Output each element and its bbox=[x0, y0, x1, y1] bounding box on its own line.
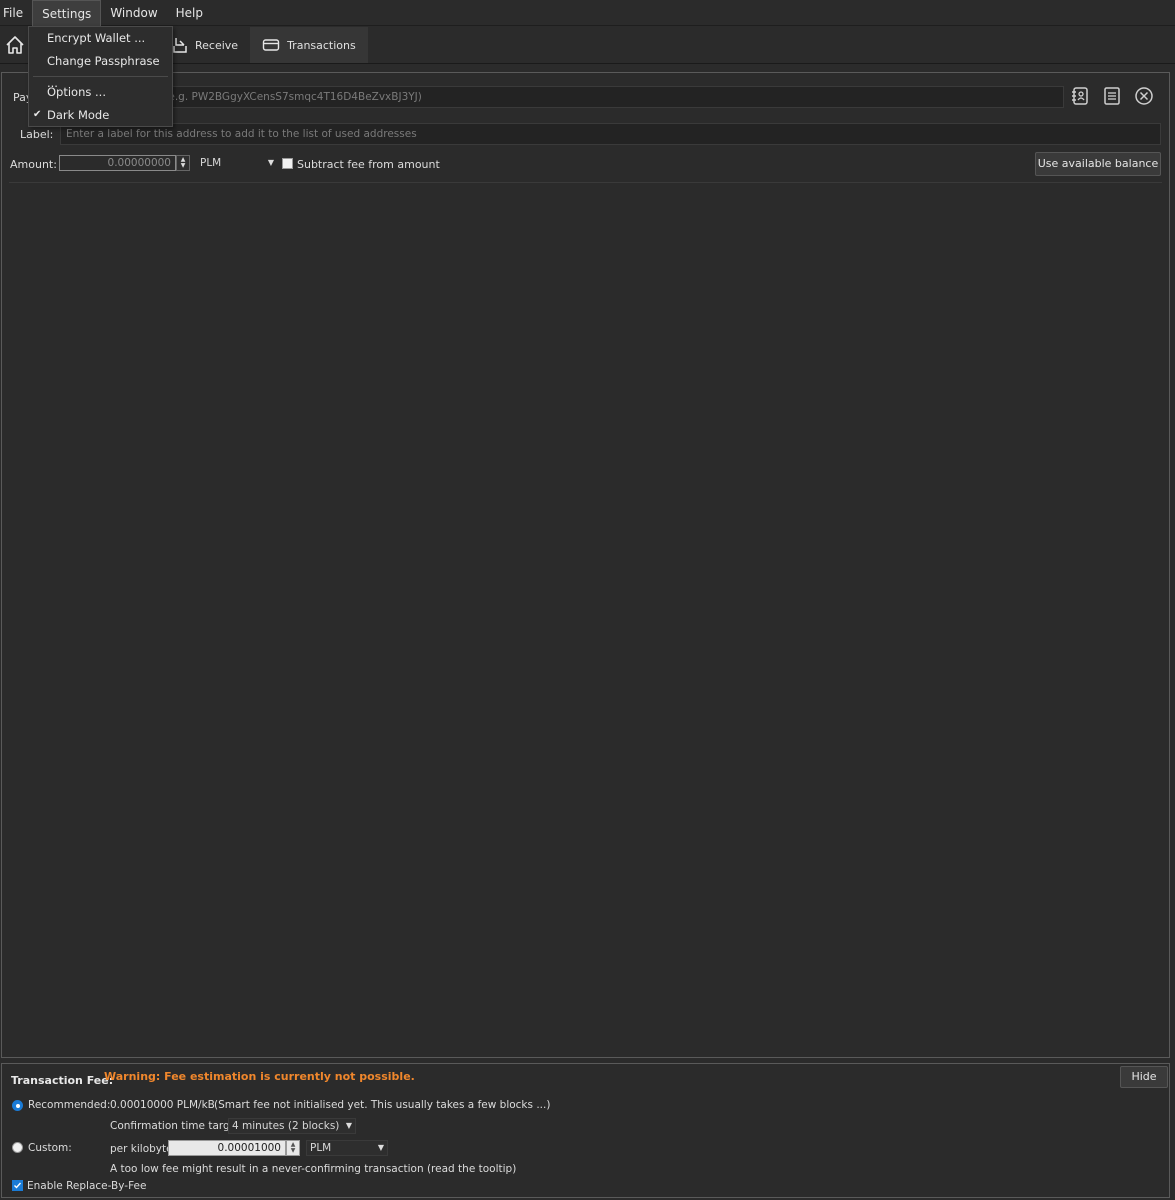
low-fee-warning: A too low fee might result in a never-co… bbox=[110, 1163, 517, 1175]
menu-bar: File Settings Window Help bbox=[0, 0, 1175, 26]
menu-item-options[interactable]: Options ... bbox=[29, 81, 172, 103]
tab-receive[interactable]: Receive bbox=[160, 27, 250, 63]
address-book-icon bbox=[1070, 86, 1090, 109]
custom-fee-stepper[interactable]: ▲ ▼ bbox=[286, 1140, 300, 1156]
menu-item-dark-mode[interactable]: ✔ Dark Mode bbox=[29, 104, 172, 126]
send-entry-panel: Pay ss (e.g. PW2BGgyXCensS7smqc4T16D4BeZ… bbox=[1, 72, 1170, 1058]
menu-item-label: Dark Mode bbox=[47, 108, 110, 122]
menu-settings[interactable]: Settings bbox=[32, 0, 102, 26]
chevron-down-icon: ▼ bbox=[290, 1147, 296, 1154]
unit-select-value: PLM bbox=[200, 157, 222, 169]
fee-warning: Warning: Fee estimation is currently not… bbox=[104, 1070, 415, 1083]
pay-to-input[interactable]: ss (e.g. PW2BGgyXCensS7smqc4T16D4BeZvxBJ… bbox=[144, 86, 1064, 108]
custom-fee-radio[interactable] bbox=[12, 1142, 23, 1153]
label-field-label: Label: bbox=[20, 128, 54, 141]
menu-item-encrypt-wallet[interactable]: Encrypt Wallet ... bbox=[29, 27, 172, 49]
receive-icon bbox=[172, 36, 188, 54]
menu-help[interactable]: Help bbox=[167, 0, 212, 26]
label-input[interactable]: Enter a label for this address to add it… bbox=[60, 123, 1161, 145]
custom-label: Custom: bbox=[28, 1142, 72, 1154]
menu-window[interactable]: Window bbox=[101, 0, 166, 26]
custom-fee-input[interactable]: 0.00001000 bbox=[168, 1140, 286, 1156]
chevron-down-icon: ▼ bbox=[267, 158, 274, 167]
paste-button[interactable] bbox=[1101, 86, 1123, 108]
subtract-fee-label: Subtract fee from amount bbox=[297, 158, 440, 171]
tab-transactions-label: Transactions bbox=[287, 38, 356, 52]
rbf-label: Enable Replace-By-Fee bbox=[27, 1180, 147, 1192]
home-icon bbox=[4, 34, 26, 56]
unit-select[interactable]: PLM ▼ bbox=[196, 155, 278, 171]
chevron-down-icon: ▼ bbox=[345, 1121, 352, 1130]
label-placeholder: Enter a label for this address to add it… bbox=[66, 128, 417, 140]
recommended-label: Recommended: bbox=[28, 1099, 111, 1111]
entry-separator bbox=[9, 182, 1162, 183]
confirmation-target-value: 4 minutes (2 blocks) bbox=[232, 1120, 340, 1132]
menu-separator bbox=[33, 76, 168, 77]
clear-button[interactable] bbox=[1133, 86, 1155, 108]
hide-fee-button[interactable]: Hide bbox=[1120, 1066, 1168, 1088]
toolbar: Receive Transactions bbox=[0, 27, 1175, 64]
tab-overview[interactable] bbox=[0, 27, 30, 63]
tab-transactions[interactable]: Transactions bbox=[250, 27, 368, 63]
custom-fee-unit-select[interactable]: PLM ▼ bbox=[306, 1140, 388, 1156]
recommended-fee-radio[interactable] bbox=[12, 1100, 23, 1111]
settings-dropdown: Encrypt Wallet ... Change Passphrase ...… bbox=[28, 26, 173, 127]
use-available-balance-button[interactable]: Use available balance bbox=[1035, 152, 1161, 176]
menu-item-label: Encrypt Wallet ... bbox=[47, 31, 146, 45]
per-kilobyte-label: per kilobyte bbox=[110, 1143, 173, 1155]
checkmark-icon bbox=[14, 1182, 22, 1189]
menu-file[interactable]: File bbox=[0, 0, 32, 26]
paste-icon bbox=[1103, 86, 1121, 109]
chevron-down-icon: ▼ bbox=[377, 1143, 384, 1152]
checkmark-icon: ✔ bbox=[33, 109, 42, 120]
clear-icon bbox=[1134, 86, 1154, 109]
tab-receive-label: Receive bbox=[195, 38, 239, 52]
menu-item-change-passphrase[interactable]: Change Passphrase ... bbox=[29, 50, 172, 90]
fee-title: Transaction Fee: bbox=[11, 1074, 114, 1087]
address-book-button[interactable] bbox=[1069, 86, 1091, 108]
confirmation-target-label: Confirmation time target: bbox=[110, 1120, 244, 1132]
transaction-fee-panel: Transaction Fee: Warning: Fee estimation… bbox=[1, 1063, 1170, 1198]
amount-input[interactable]: 0.00000000 bbox=[59, 155, 176, 171]
amount-label: Amount: bbox=[10, 158, 57, 171]
amount-stepper[interactable]: ▲ ▼ bbox=[176, 155, 190, 171]
confirmation-target-select[interactable]: 4 minutes (2 blocks) ▼ bbox=[228, 1118, 356, 1134]
recommended-fee-value: 0.00010000 PLM/kB bbox=[110, 1099, 215, 1111]
subtract-fee-checkbox[interactable] bbox=[282, 158, 293, 169]
rbf-checkbox[interactable] bbox=[12, 1180, 23, 1191]
smart-fee-note: (Smart fee not initialised yet. This usu… bbox=[214, 1099, 551, 1111]
custom-fee-unit-value: PLM bbox=[310, 1142, 332, 1154]
transactions-icon bbox=[262, 38, 280, 52]
chevron-down-icon: ▼ bbox=[180, 162, 186, 169]
menu-item-label: Options ... bbox=[47, 85, 106, 99]
pay-to-placeholder: ss (e.g. PW2BGgyXCensS7smqc4T16D4BeZvxBJ… bbox=[150, 91, 422, 103]
